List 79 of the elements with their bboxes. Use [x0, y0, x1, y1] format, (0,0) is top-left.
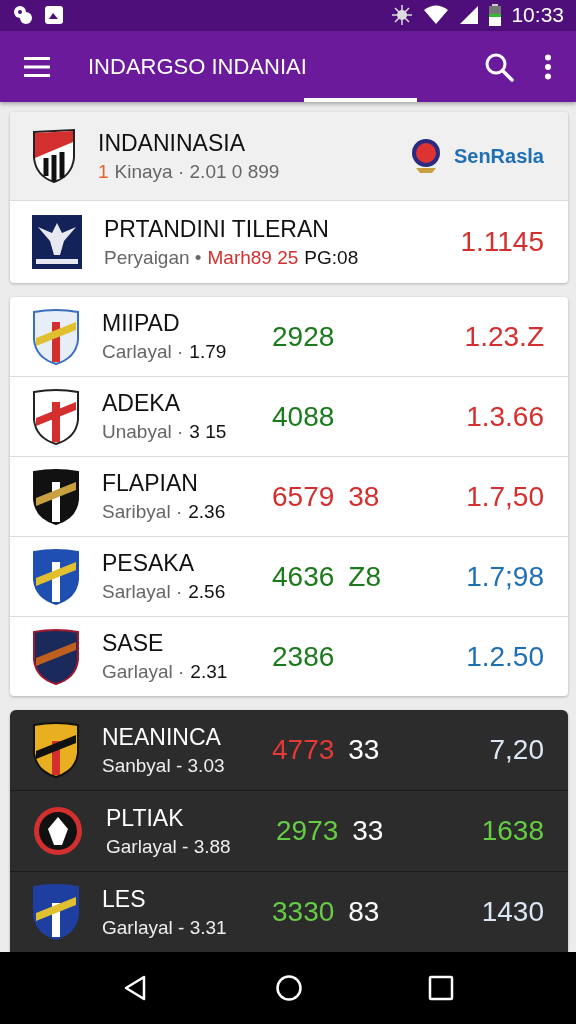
team-rating: 2.56: [188, 581, 226, 604]
team-label: Carlayal ·: [102, 341, 184, 364]
team-subtitle: Garlayal - 3.31: [102, 916, 228, 939]
team-name: MIIPAD: [102, 310, 181, 338]
score-extra: Z8: [348, 560, 381, 593]
battery-icon: [489, 4, 502, 27]
team-row[interactable]: SASE Garlayal · 2.31 2386 1.2.50: [10, 617, 568, 697]
odds-value: 7,20: [489, 734, 544, 767]
team-subtitle: Sanbyal - 3.03: [102, 754, 226, 777]
team-name: FLAPIAN: [102, 470, 199, 498]
score-value: 2386: [272, 640, 335, 673]
team-label: Saribyal ·: [102, 501, 183, 524]
partner-link[interactable]: SenRasla: [453, 144, 544, 168]
odds-value: 1.7,50: [466, 480, 544, 513]
match-title: PRTANDINI TILERAN: [104, 215, 330, 243]
odds-value: 1.2.50: [466, 640, 544, 673]
odds-value: 1638: [481, 815, 544, 848]
team-name: LES: [102, 885, 147, 913]
odds-value: 1.3.66: [466, 400, 544, 433]
emblem-icon: [409, 138, 442, 175]
team-rating: 2.36: [188, 501, 226, 524]
score-extra: 33: [352, 815, 384, 848]
wifi-icon: [423, 5, 450, 26]
score-value: 4636: [272, 560, 335, 593]
match-date: Marh89 25: [207, 246, 299, 269]
score-value: 6579: [272, 480, 335, 513]
team-row[interactable]: MIIPAD Carlayal · 1.79 2928 1.23.Z: [10, 297, 568, 378]
team-name: PESAKA: [102, 550, 196, 578]
odds-value: 1.23.Z: [464, 320, 544, 353]
team-name: PLTIAK: [106, 804, 185, 832]
team-rating: 3 15: [189, 421, 227, 444]
odds-value: 1.7;98: [466, 560, 544, 593]
shield-crest-icon: [32, 307, 80, 366]
crest-icon: [32, 128, 76, 185]
score-value: 2928: [272, 320, 335, 353]
score-value: 2973: [276, 815, 339, 848]
team-label: Sarlayal ·: [102, 581, 183, 604]
signal-icon: [459, 5, 480, 26]
more-icon[interactable]: [544, 53, 552, 80]
shield-crest-icon: [32, 883, 80, 942]
shield-crest-icon: [32, 627, 80, 686]
score-value: 3330: [272, 896, 335, 929]
notification-icon: [12, 5, 34, 26]
recents-icon[interactable]: [427, 975, 454, 1002]
odds-value: 1.1145: [460, 226, 544, 259]
team-name: ADEKA: [102, 390, 181, 418]
team-label: Garlayal ·: [102, 661, 185, 684]
shield-crest-icon: [32, 467, 80, 526]
team-row[interactable]: FLAPIAN Saribyal · 2.36 6579 38 1.7,50: [10, 457, 568, 538]
app-title: INDARGSO INDANIAI: [88, 53, 308, 80]
team-label: Unabyal ·: [102, 421, 184, 444]
menu-icon[interactable]: [24, 55, 50, 78]
team-rating: 1.79: [189, 341, 227, 364]
score-value: 4088: [272, 400, 335, 433]
team-row[interactable]: ADEKA Unabyal · 3 15 4088 1.3.66: [10, 377, 568, 458]
image-icon: [44, 5, 64, 26]
match-time: PG:08: [304, 246, 359, 269]
team-row[interactable]: PESAKA Sarlayal · 2.56 4636 Z8 1.7;98: [10, 537, 568, 618]
team-name: SASE: [102, 630, 165, 658]
home-icon[interactable]: [275, 974, 303, 1003]
round-crest-icon: [32, 805, 84, 858]
score-extra: 38: [348, 480, 380, 513]
team-rating: 2.31: [190, 661, 228, 684]
clock-time: 10:33: [511, 3, 564, 28]
shield-crest-icon: [32, 721, 80, 780]
team-name: NEANINCA: [102, 723, 222, 751]
match-label: Peryaigan •: [104, 246, 202, 269]
team-name: INDANINASIA: [98, 129, 246, 157]
score-value: 4773: [272, 734, 335, 767]
odds-value: 1430: [481, 896, 544, 929]
shield-crest-icon: [32, 547, 80, 606]
search-icon[interactable]: [484, 51, 514, 82]
shield-crest-icon: [32, 387, 80, 446]
score-extra: 33: [348, 734, 380, 767]
rank-number: 1: [98, 160, 109, 183]
score-extra: 83: [348, 896, 380, 929]
team-subtitle: Kinaya · 2.01 0 899: [114, 160, 280, 183]
eagle-emblem-icon: [32, 215, 82, 270]
team-subtitle: Garlayal - 3.88: [106, 835, 232, 858]
